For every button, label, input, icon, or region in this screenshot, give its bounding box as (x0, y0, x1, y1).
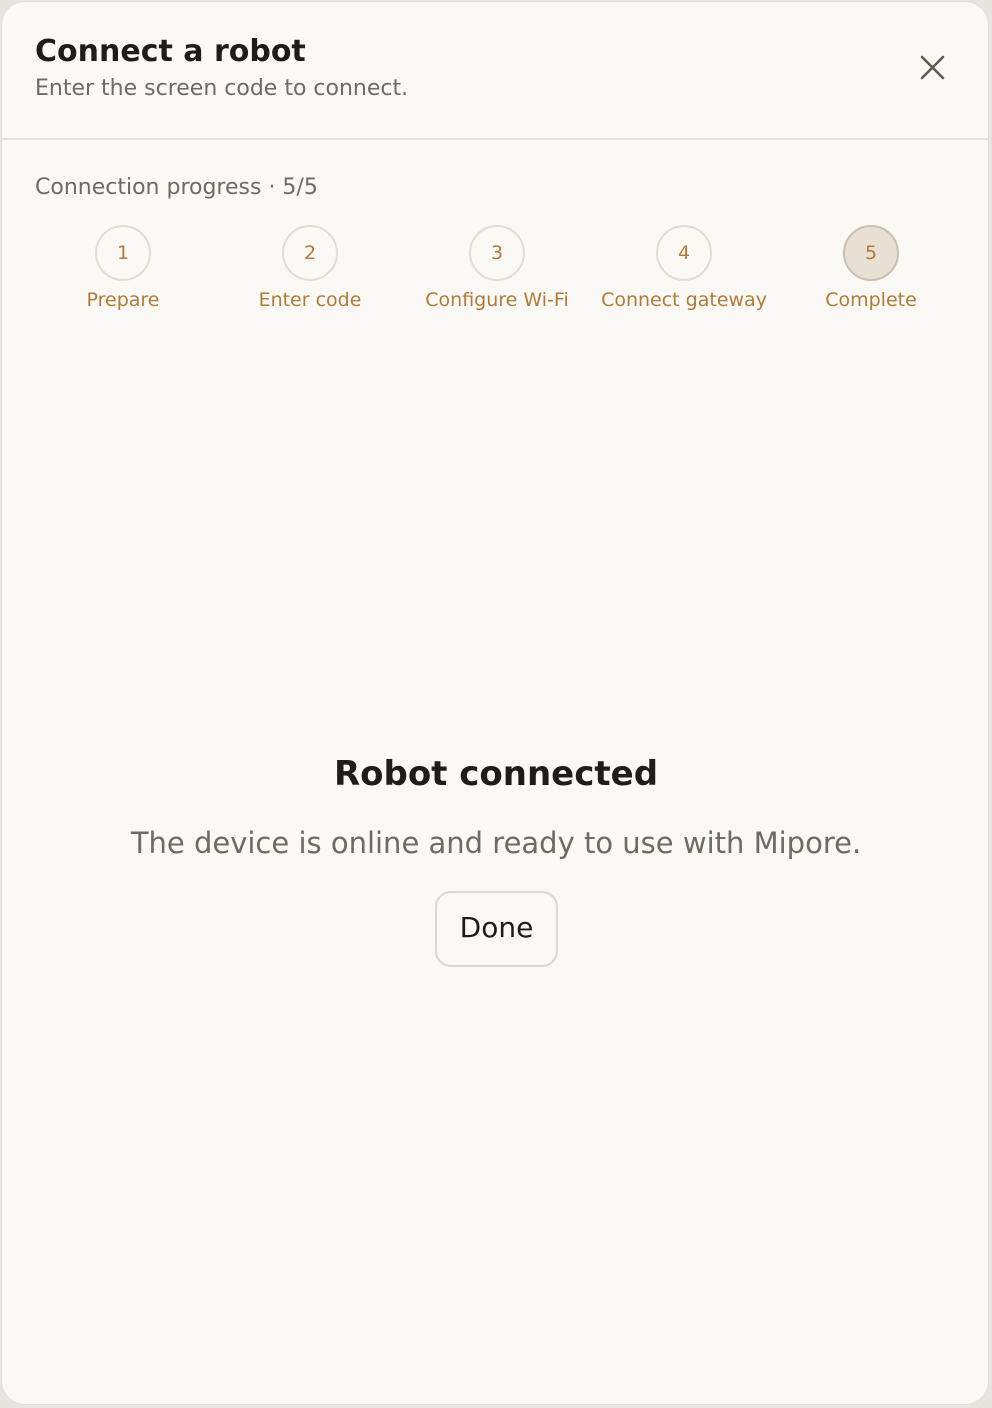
step-label: Prepare (86, 289, 160, 311)
close-button[interactable] (910, 46, 954, 90)
connect-robot-dialog: Connect a robot Enter the screen code to… (1, 1, 989, 1405)
done-button[interactable]: Done (435, 891, 558, 967)
step-connect-gateway[interactable]: 4 Connect gateway (589, 225, 779, 325)
result-title: Robot connected (333, 754, 659, 794)
result-message: The device is online and ready to use wi… (130, 826, 862, 860)
step-prepare[interactable]: 1 Prepare (28, 225, 218, 325)
step-number: 3 (469, 225, 525, 281)
step-label: Connect gateway (601, 289, 767, 311)
dialog-subtitle: Enter the screen code to connect. (35, 76, 409, 101)
step-complete[interactable]: 5 Complete (776, 225, 966, 325)
step-configure-wifi[interactable]: 3 Configure Wi-Fi (402, 225, 592, 325)
step-enter-code[interactable]: 2 Enter code (215, 225, 405, 325)
dialog-header: Connect a robot Enter the screen code to… (2, 2, 988, 140)
dialog-title: Connect a robot (35, 34, 306, 69)
step-number: 2 (282, 225, 338, 281)
progress-label: Connection progress · 5/5 (35, 175, 318, 200)
step-label: Enter code (258, 289, 362, 311)
step-number: 5 (843, 225, 899, 281)
close-icon (920, 55, 945, 80)
step-label: Configure Wi-Fi (425, 289, 569, 311)
step-number: 4 (656, 225, 712, 281)
step-label: Complete (825, 289, 917, 311)
step-number: 1 (95, 225, 151, 281)
